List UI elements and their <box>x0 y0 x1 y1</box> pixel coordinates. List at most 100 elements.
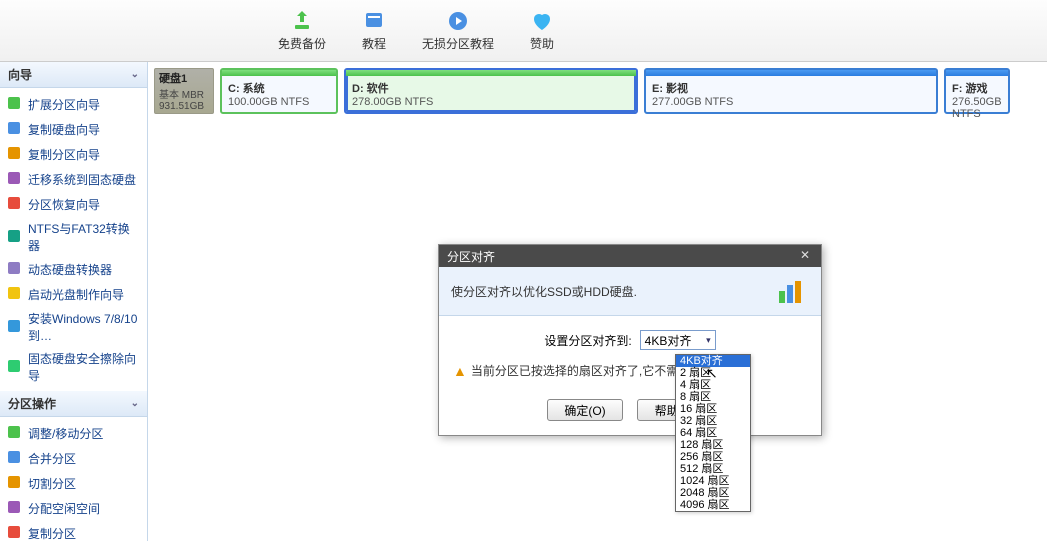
tutorial-icon <box>446 9 470 33</box>
dialog-button-row: 确定(O) 帮助(H) <box>439 389 821 435</box>
sidebar-item[interactable]: 安装Windows 7/8/10到… <box>0 307 147 347</box>
sidebar-section-title: 分区操作 <box>8 395 56 412</box>
partition-d[interactable]: D: 软件 278.00GB NTFS <box>344 68 638 114</box>
partition-label: C: 系统 <box>228 80 330 96</box>
partition-size: 100.00GB NTFS <box>228 96 330 108</box>
op-alloc-icon <box>6 499 22 518</box>
sidebar-item-label: NTFS与FAT32转换器 <box>28 220 141 254</box>
sidebar-item-label: 固态硬盘安全擦除向导 <box>28 350 141 384</box>
wizard-expand-icon <box>6 95 22 114</box>
partition-label: E: 影视 <box>652 80 930 96</box>
toolbar-label: 免费备份 <box>278 35 326 52</box>
close-icon[interactable]: ✕ <box>797 248 813 264</box>
partition-size: 278.00GB NTFS <box>352 96 630 108</box>
dialog-combo-row: 设置分区对齐到: 4KB对齐 ▾ <box>453 330 807 350</box>
dialog-title: 分区对齐 <box>447 248 495 265</box>
dropdown-item[interactable]: 4096 扇区 <box>676 499 750 511</box>
sidebar-item[interactable]: 复制分区向导 <box>0 142 147 167</box>
sidebar-item-label: 动态硬盘转换器 <box>28 261 112 278</box>
toolbar-label: 无损分区教程 <box>422 35 494 52</box>
disk-size: 931.51GB <box>159 101 209 112</box>
sidebar-item-label: 扩展分区向导 <box>28 96 100 113</box>
dropdown-item[interactable]: 64 扇区 <box>676 427 750 439</box>
button-label: 确定(O) <box>564 402 605 419</box>
sidebar-section-header-ops[interactable]: 分区操作 ⌄ <box>0 391 147 417</box>
partition-f[interactable]: F: 游戏 276.50GB NTFS <box>944 68 1010 114</box>
dropdown-item[interactable]: 128 扇区 <box>676 439 750 451</box>
toolbar-btn-lossless[interactable]: 无损分区教程 <box>414 5 502 56</box>
sidebar-item-label: 迁移系统到固态硬盘 <box>28 171 136 188</box>
partition-size: 276.50GB NTFS <box>952 96 1002 120</box>
sidebar-item[interactable]: 迁移系统到固态硬盘 <box>0 167 147 192</box>
wizard-boot-icon <box>6 285 22 304</box>
wizard-copypart-icon <box>6 145 22 164</box>
toolbar-btn-donate[interactable]: 赞助 <box>522 5 562 56</box>
align-combo[interactable]: 4KB对齐 ▾ <box>640 330 716 350</box>
sidebar-item[interactable]: 启动光盘制作向导 <box>0 282 147 307</box>
sidebar-item[interactable]: 合并分区 <box>0 446 147 471</box>
sidebar-item-label: 分区恢复向导 <box>28 196 100 213</box>
align-dropdown-list[interactable]: 4KB对齐2 扇区4 扇区8 扇区16 扇区32 扇区64 扇区128 扇区25… <box>675 354 751 512</box>
dropdown-item[interactable]: 2048 扇区 <box>676 487 750 499</box>
collapse-icon: ⌄ <box>131 398 139 409</box>
op-split-icon <box>6 474 22 493</box>
wizard-copydisk-icon <box>6 120 22 139</box>
dropdown-item[interactable]: 4KB对齐 <box>676 355 750 367</box>
partition-c[interactable]: C: 系统 100.00GB NTFS <box>220 68 338 114</box>
sidebar-list-ops: 调整/移动分区合并分区切割分区分配空闲空间复制分区创建分区删除分区格式化分区更改… <box>0 417 147 541</box>
op-merge-icon <box>6 449 22 468</box>
combo-value: 4KB对齐 <box>645 332 692 349</box>
sidebar-item-label: 合并分区 <box>28 450 76 467</box>
disk-info-block[interactable]: 硬盘1 基本 MBR 931.51GB <box>154 68 214 114</box>
wizard-recover-icon <box>6 195 22 214</box>
toolbar-label: 教程 <box>362 35 386 52</box>
sidebar-item[interactable]: 复制分区 <box>0 521 147 541</box>
heart-icon <box>530 9 554 33</box>
sidebar-item-label: 复制硬盘向导 <box>28 121 100 138</box>
partition-label: D: 软件 <box>352 80 630 96</box>
wizard-erase-icon <box>6 358 22 377</box>
partition-e[interactable]: E: 影视 277.00GB NTFS <box>644 68 938 114</box>
toolbar-btn-tutorial[interactable]: 教程 <box>354 5 394 56</box>
toolbar-btn-backup[interactable]: 免费备份 <box>270 5 334 56</box>
sidebar-item[interactable]: NTFS与FAT32转换器 <box>0 217 147 257</box>
dialog-body: 设置分区对齐到: 4KB对齐 ▾ ▲ 当前分区已按选择的扇区对齐了,它不需要被再… <box>439 316 821 389</box>
dropdown-item[interactable]: 512 扇区 <box>676 463 750 475</box>
sidebar-item[interactable]: 扩展分区向导 <box>0 92 147 117</box>
top-toolbar: 免费备份 教程 无损分区教程 赞助 <box>0 0 1047 62</box>
sidebar-section-header-wizard[interactable]: 向导 ⌄ <box>0 62 147 88</box>
disk-name: 硬盘1 <box>159 70 209 86</box>
dropdown-item[interactable]: 1024 扇区 <box>676 475 750 487</box>
sidebar-item[interactable]: 动态硬盘转换器 <box>0 257 147 282</box>
sidebar-item-label: 分配空闲空间 <box>28 500 100 517</box>
disk-strip: 硬盘1 基本 MBR 931.51GB C: 系统 100.00GB NTFS … <box>154 68 1041 114</box>
dropdown-item[interactable]: 256 扇区 <box>676 451 750 463</box>
sidebar-item[interactable]: 切割分区 <box>0 471 147 496</box>
dialog-titlebar[interactable]: 分区对齐 ✕ <box>439 245 821 267</box>
disk-type: 基本 MBR <box>159 86 209 101</box>
dialog-warning-row: ▲ 当前分区已按选择的扇区对齐了,它不需要被再次 <box>453 362 807 379</box>
download-green-icon <box>290 9 314 33</box>
sidebar-item[interactable]: 分区恢复向导 <box>0 192 147 217</box>
dropdown-item[interactable]: 32 扇区 <box>676 415 750 427</box>
ok-button[interactable]: 确定(O) <box>547 399 623 421</box>
book-blue-icon <box>362 9 386 33</box>
sidebar-item-label: 安装Windows 7/8/10到… <box>28 310 141 344</box>
dialog-combo-label: 设置分区对齐到: <box>544 332 631 349</box>
dropdown-item[interactable]: 2 扇区 <box>676 367 750 379</box>
dialog-partition-align: 分区对齐 ✕ 使分区对齐以优化SSD或HDD硬盘. 设置分区对齐到: 4KB对齐… <box>438 244 822 436</box>
sidebar-list-wizard: 扩展分区向导复制硬盘向导复制分区向导迁移系统到固态硬盘分区恢复向导 NTFS与FA… <box>0 88 147 391</box>
dialog-infobar: 使分区对齐以优化SSD或HDD硬盘. <box>439 267 821 316</box>
sidebar-item[interactable]: 固态硬盘安全擦除向导 <box>0 347 147 387</box>
sidebar-item-label: 切割分区 <box>28 475 76 492</box>
sidebar-item[interactable]: 调整/移动分区 <box>0 421 147 446</box>
sidebar-item-label: 复制分区 <box>28 525 76 541</box>
sidebar-item-label: 启动光盘制作向导 <box>28 286 124 303</box>
sidebar-item[interactable]: 复制硬盘向导 <box>0 117 147 142</box>
dropdown-item[interactable]: 8 扇区 <box>676 391 750 403</box>
sidebar-item[interactable]: 分配空闲空间 <box>0 496 147 521</box>
dropdown-item[interactable]: 16 扇区 <box>676 403 750 415</box>
wizard-migrate-icon <box>6 170 22 189</box>
collapse-icon: ⌄ <box>131 69 139 80</box>
dropdown-item[interactable]: 4 扇区 <box>676 379 750 391</box>
